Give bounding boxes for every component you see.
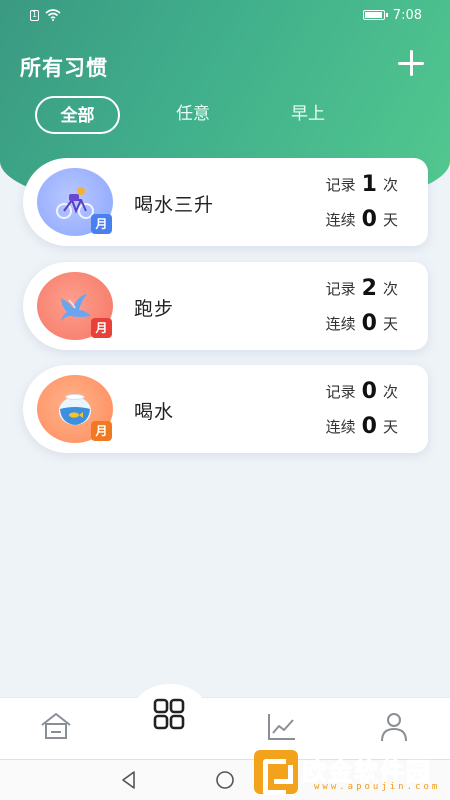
frequency-badge: 月	[91, 421, 112, 441]
chart-icon[interactable]	[265, 710, 299, 744]
habit-name: 喝水	[134, 401, 175, 423]
habit-card[interactable]: 月 喝水 记录 0 次 连续 0 天	[23, 365, 428, 453]
records-stat: 记录 1 次	[325, 172, 398, 197]
filter-tabs: 全部 任意 早上	[0, 96, 450, 136]
habit-card[interactable]: 月 喝水三升 记录 1 次 连续 0 天	[23, 158, 428, 246]
battery-icon	[362, 10, 388, 20]
frequency-badge: 月	[91, 318, 112, 338]
back-icon[interactable]	[118, 769, 140, 791]
add-habit-button[interactable]	[398, 50, 426, 78]
streak-stat: 连续 0 天	[325, 207, 398, 232]
habit-name: 喝水三升	[134, 194, 215, 216]
tab-morning[interactable]: 早上	[275, 96, 341, 134]
wifi-icon	[45, 9, 61, 21]
profile-icon[interactable]	[377, 710, 411, 744]
sim-icon: 1	[30, 9, 39, 21]
page-title: 所有习惯	[20, 56, 108, 80]
fishbowl-icon	[59, 394, 91, 425]
habit-name: 跑步	[134, 298, 175, 320]
streak-count: 0	[361, 414, 377, 439]
frequency-badge: 月	[91, 214, 112, 234]
records-count: 0	[361, 379, 377, 404]
streak-stat: 连续 0 天	[325, 414, 398, 439]
streak-count: 0	[361, 311, 377, 336]
habit-card[interactable]: 月 跑步 记录 2 次 连续 0 天	[23, 262, 428, 350]
watermark: 欧金软件园 www.apoujin.com	[250, 748, 450, 800]
status-time: 7:08	[392, 7, 422, 23]
tab-all[interactable]: 全部	[35, 96, 120, 134]
grid-icon[interactable]	[152, 697, 186, 731]
home-icon[interactable]	[39, 710, 73, 744]
records-count: 1	[361, 172, 377, 197]
bird-icon	[61, 294, 91, 322]
records-stat: 记录 0 次	[325, 379, 398, 404]
tab-any[interactable]: 任意	[160, 96, 226, 134]
home-system-icon[interactable]	[214, 769, 236, 791]
streak-count: 0	[361, 207, 377, 232]
status-bar: 1 7:08	[0, 0, 450, 30]
records-stat: 记录 2 次	[325, 276, 398, 301]
records-count: 2	[361, 276, 377, 301]
streak-stat: 连续 0 天	[325, 311, 398, 336]
watermark-url: www.apoujin.com	[314, 782, 441, 792]
watermark-logo-icon	[254, 750, 298, 795]
cycling-icon	[56, 187, 94, 219]
